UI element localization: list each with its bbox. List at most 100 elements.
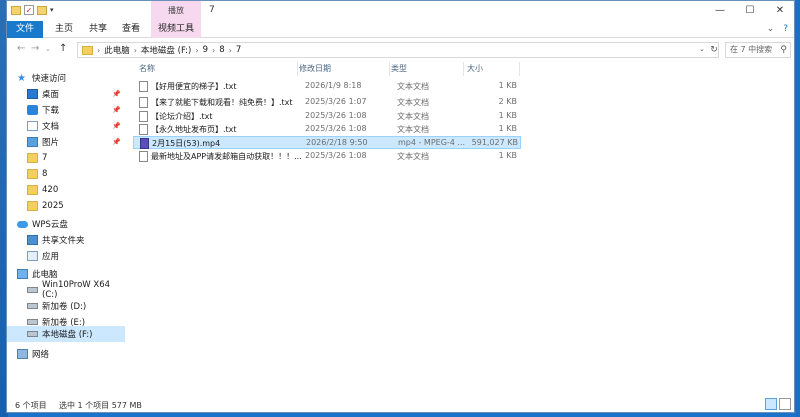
ribbon-controls: ⌄ ? [767, 24, 788, 34]
column-divider[interactable] [463, 62, 464, 76]
tab-view[interactable]: 查看 [115, 21, 147, 38]
column-header-name[interactable]: 名称 [133, 62, 293, 76]
search-icon: ⚲ [780, 45, 787, 55]
pin-icon: 📌 [112, 90, 121, 98]
properties-check-icon[interactable]: ✓ [24, 5, 34, 15]
text-file-icon [139, 124, 148, 135]
nav-downloads[interactable]: 下载 📌 [7, 102, 125, 118]
cloud-icon [17, 220, 28, 228]
text-file-icon [139, 81, 148, 92]
help-icon[interactable]: ? [783, 24, 788, 34]
drive-icon [27, 319, 38, 325]
ribbon-tabs: 文件 主页 共享 查看 视频工具 ⌄ ? [7, 21, 794, 38]
desktop-icon [27, 89, 38, 99]
column-header-size[interactable]: 大小 [467, 62, 517, 76]
file-row[interactable]: 最新地址及APP请发邮箱自动获取！！！... 2025/3/26 1:08 文本… [133, 150, 521, 163]
address-row: ← → ⌄ ↑ › 此电脑 › 本地磁盘 (F:) › 9 › 8 › 7 ⌄ … [7, 39, 794, 61]
text-file-icon [139, 111, 148, 122]
nav-network[interactable]: 网络 [7, 346, 125, 362]
file-row[interactable]: 【好用便宜的梯子】.txt 2026/1/9 8:18 文本文档 1 KB [133, 80, 521, 93]
app-icon [27, 251, 38, 261]
breadcrumb-separator-icon: › [97, 45, 101, 55]
text-file-icon [139, 151, 148, 162]
nav-drive-f[interactable]: 本地磁盘 (F:) [7, 326, 125, 342]
nav-wps-cloud[interactable]: WPS云盘 [7, 216, 125, 232]
breadcrumb-8[interactable]: 8 [219, 45, 224, 55]
large-icons-view-icon[interactable] [779, 398, 791, 410]
expand-ribbon-icon[interactable]: ⌄ [767, 24, 775, 34]
recent-locations-icon[interactable]: ⌄ [45, 45, 51, 53]
star-icon: ★ [17, 72, 26, 84]
file-row[interactable]: 【永久地址发布页】.txt 2025/3/26 1:08 文本文档 1 KB [133, 123, 521, 136]
nav-shared-folder[interactable]: 共享文件夹 [7, 232, 125, 248]
search-input[interactable]: 在 7 中搜索 ⚲ [725, 42, 791, 58]
column-header-type[interactable]: 类型 [391, 62, 461, 76]
nav-drive-d[interactable]: 新加卷 (D:) [7, 298, 125, 314]
address-dropdown-icon[interactable]: ⌄ [699, 45, 705, 53]
back-arrow-icon[interactable]: ← [17, 43, 25, 54]
file-row[interactable]: 【来了就能下载和观看！纯免费！】.txt 2025/3/26 1:07 文本文档… [133, 96, 521, 109]
nav-documents[interactable]: 文档 📌 [7, 118, 125, 134]
nav-folder-7[interactable]: 7 [7, 150, 125, 166]
folder-icon [27, 201, 38, 211]
column-header-date[interactable]: 修改日期 [299, 62, 385, 76]
nav-folder-420[interactable]: 420 [7, 182, 125, 198]
search-placeholder: 在 7 中搜索 [730, 45, 773, 54]
drive-icon [27, 287, 38, 293]
address-bar[interactable]: › 此电脑 › 本地磁盘 (F:) › 9 › 8 › 7 [77, 42, 719, 58]
quick-access-toolbar: ✓ ▾ [11, 5, 54, 15]
file-row[interactable]: 【论坛介绍】.txt 2025/3/26 1:08 文本文档 1 KB [133, 110, 521, 123]
minimize-button[interactable]: — [705, 1, 735, 21]
breadcrumb-this-pc[interactable]: 此电脑 [104, 44, 130, 56]
breadcrumb-separator-icon: › [133, 45, 137, 55]
customize-dropdown-icon[interactable]: ▾ [50, 6, 54, 14]
breadcrumb-separator-icon: › [195, 45, 199, 55]
tab-home[interactable]: 主页 [49, 21, 79, 38]
share-folder-icon [27, 235, 38, 245]
folder-icon [82, 45, 93, 55]
status-selection: 选中 1 个项目 577 MB [59, 401, 142, 410]
desktop-background-right [795, 0, 800, 417]
pin-icon: 📌 [112, 122, 121, 130]
window-title: 7 [209, 5, 215, 15]
new-folder-icon[interactable] [37, 5, 47, 15]
status-bar: 6 个项目 选中 1 个项目 577 MB [7, 396, 794, 414]
context-tab-play: 播放 [151, 1, 201, 21]
details-view-icon[interactable] [765, 398, 777, 410]
folder-icon [27, 185, 38, 195]
drive-icon [27, 303, 38, 309]
close-button[interactable]: ✕ [765, 1, 795, 21]
status-item-count: 6 个项目 [15, 401, 47, 410]
text-file-icon [139, 97, 148, 108]
breadcrumb-separator-icon: › [228, 45, 232, 55]
column-divider[interactable] [297, 62, 298, 76]
nav-folder-2025[interactable]: 2025 [7, 198, 125, 214]
video-file-icon [140, 138, 149, 149]
column-divider[interactable] [389, 62, 390, 76]
up-arrow-icon[interactable]: ↑ [59, 43, 67, 54]
pin-icon: 📌 [112, 106, 121, 114]
breadcrumb-9[interactable]: 9 [203, 45, 208, 55]
computer-icon [17, 269, 28, 279]
maximize-button[interactable]: ☐ [735, 1, 765, 21]
nav-drive-c[interactable]: Win10ProW X64 (C:) [7, 280, 125, 300]
tab-file[interactable]: 文件 [7, 21, 43, 38]
tab-share[interactable]: 共享 [83, 21, 113, 38]
nav-apps[interactable]: 应用 [7, 248, 125, 264]
forward-arrow-icon[interactable]: → [31, 43, 39, 54]
nav-pictures[interactable]: 图片 📌 [7, 134, 125, 150]
folder-icon[interactable] [11, 5, 21, 15]
tab-video-tools[interactable]: 视频工具 [151, 21, 201, 38]
breadcrumb-separator-icon: › [211, 45, 216, 55]
column-divider[interactable] [519, 62, 520, 76]
breadcrumb-drive-f[interactable]: 本地磁盘 (F:) [141, 44, 191, 56]
refresh-icon[interactable]: ↻ [707, 42, 721, 58]
file-row-selected[interactable]: 2月15日(53).mp4 2026/2/18 9:50 mp4 - MPEG-… [133, 136, 521, 149]
download-icon [27, 105, 38, 115]
title-bar: ✓ ▾ 播放 7 — ☐ ✕ [7, 1, 794, 21]
folder-icon [27, 169, 38, 179]
nav-desktop[interactable]: 桌面 📌 [7, 86, 125, 102]
nav-quick-access[interactable]: ★ 快速访问 [7, 70, 125, 86]
nav-folder-8[interactable]: 8 [7, 166, 125, 182]
breadcrumb-7[interactable]: 7 [236, 45, 241, 55]
